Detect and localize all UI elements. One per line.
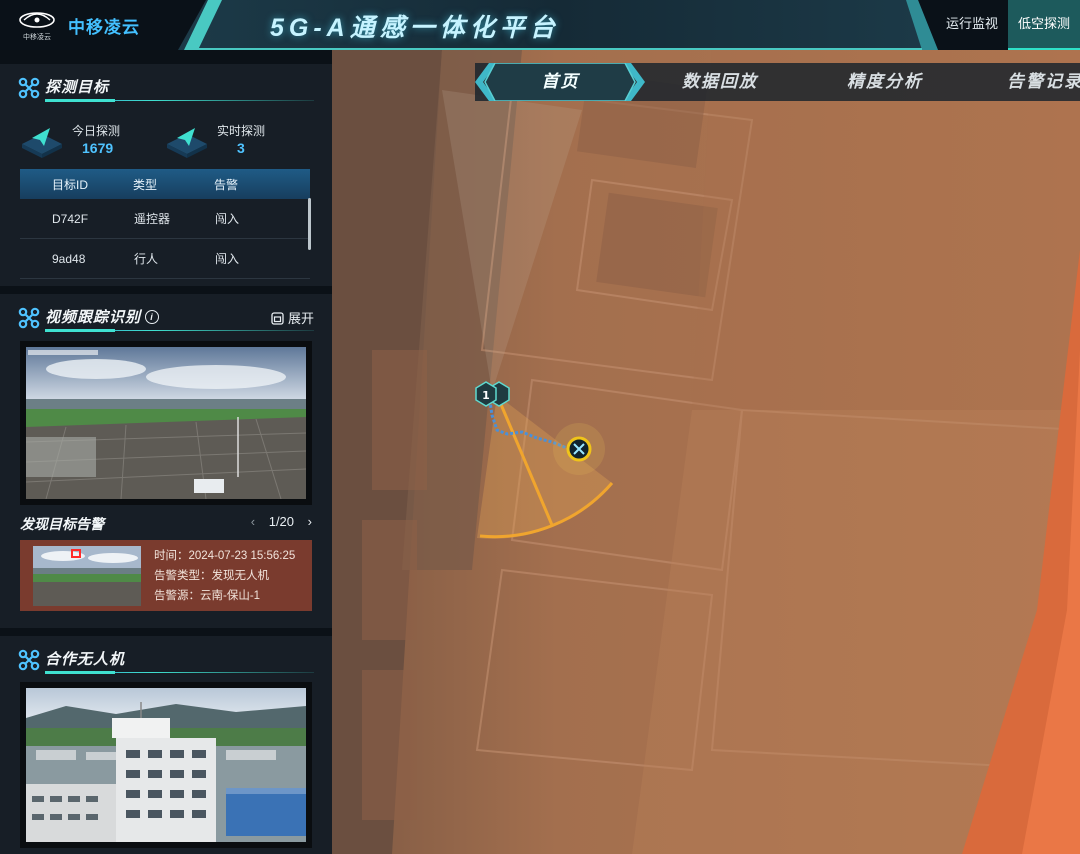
tab-alarm-records[interactable]: 告警记录 (990, 63, 1080, 101)
alarm-card[interactable]: 时间：2024-07-23 15:56:25 告警类型：发现无人机 告警源：云南… (20, 540, 312, 611)
table-header-row: 目标ID 类型 告警 (20, 169, 310, 199)
table-scrollbar[interactable] (308, 198, 311, 250)
targets-table: 目标ID 类型 告警 D742F 遥控器 闯入 9ad48 行人 闯入 (20, 169, 310, 279)
alarm-title: 发现目标告警 (20, 516, 104, 532)
alarm-time: 时间：2024-07-23 15:56:25 (154, 550, 296, 562)
alarm-snapshot-image (33, 546, 141, 606)
cooperative-drone-panel: 合作无人机 (0, 636, 332, 854)
top-bar: 中移凌云 中移凌云 5G-A通感一体化平台 运行监视 低空探测 (0, 0, 1080, 50)
drone-quad-icon (18, 649, 40, 671)
alarm-header: 发现目标告警 ‹ 1/20 › (20, 514, 312, 534)
nav-run-monitor[interactable]: 运行监视 (936, 0, 1008, 50)
tab-data-playback[interactable]: 数据回放 (665, 63, 775, 101)
expand-label: 展开 (287, 311, 314, 326)
alarm-type: 告警类型：发现无人机 (154, 570, 269, 582)
cell-alarm: 闯入 (214, 199, 310, 239)
expand-button[interactable]: 展开 (271, 308, 314, 327)
drone-camera-image (26, 688, 306, 842)
drone-quad-icon (18, 307, 40, 329)
alarm-details: 时间：2024-07-23 15:56:25 告警类型：发现无人机 告警源：云南… (154, 546, 295, 606)
col-alarm[interactable]: 告警 (214, 169, 310, 199)
info-icon[interactable]: i (145, 310, 160, 324)
view-tabs: 首页 数据回放 精度分析 告警记录 (475, 63, 1080, 101)
today-detection-stat: 今日探测 1679 (20, 120, 160, 160)
brand-name: 中移凌云 (68, 18, 140, 37)
cell-target-id: D742F (20, 199, 133, 239)
alarm-thumbnail[interactable] (33, 546, 141, 606)
cooperative-panel-title: 合作无人机 (45, 651, 126, 668)
realtime-detection-label: 实时探测 (217, 124, 266, 138)
alarm-source: 告警源：云南-保山-1 (154, 590, 261, 602)
video-feed-image (26, 347, 306, 499)
tracking-video[interactable] (20, 341, 312, 505)
pager-indicator: 1/20 (268, 514, 295, 529)
detection-panel-header: 探测目标 (18, 74, 314, 102)
cell-target-id: 9ad48 (20, 238, 133, 279)
col-target-id[interactable]: 目标ID (20, 169, 133, 199)
satellite-map[interactable]: 1 (332, 50, 1080, 854)
detection-panel: 探测目标 今日探测 1679 实时探测 3 目标ID 类型 告警 D742F 遥… (0, 64, 332, 286)
col-type[interactable]: 类型 (133, 169, 214, 199)
today-detection-label: 今日探测 (72, 124, 121, 138)
paper-plane-icon (22, 128, 62, 158)
table-row[interactable]: D742F 遥控器 闯入 (20, 199, 310, 239)
cooperative-panel-header: 合作无人机 (18, 646, 314, 674)
video-tracking-panel: 视频跟踪识别 i 展开 发现目标告警 ‹ 1/20 › 时间：2024-07-2… (0, 294, 332, 628)
top-nav: 运行监视 低空探测 (936, 0, 1080, 50)
alarm-pager: ‹ 1/20 › (241, 514, 312, 529)
today-detection-value: 1679 (82, 140, 114, 156)
page-title: 5G-A通感一体化平台 (270, 14, 560, 42)
video-panel-title-text: 视频跟踪识别 (45, 309, 142, 326)
paper-plane-icon (167, 128, 207, 158)
nav-low-altitude-detection[interactable]: 低空探测 (1007, 0, 1080, 50)
app-logo-icon: 中移凌云 (19, 12, 55, 41)
realtime-detection-stat: 实时探测 3 (165, 120, 305, 160)
map-view[interactable]: 1 (332, 50, 1080, 854)
cooperative-drone-video[interactable] (20, 682, 312, 848)
logo-caption: 中移凌云 (23, 32, 51, 41)
table-row[interactable]: 9ad48 行人 闯入 (20, 238, 310, 279)
chevron-left-icon[interactable]: ‹ (251, 514, 255, 529)
cell-alarm: 闯入 (214, 238, 310, 279)
video-panel-title: 视频跟踪识别 i (45, 306, 160, 327)
cell-type: 行人 (133, 238, 214, 279)
realtime-detection-value: 3 (237, 140, 245, 156)
tab-accuracy-analysis[interactable]: 精度分析 (830, 63, 940, 101)
video-panel-header: 视频跟踪识别 i (18, 304, 314, 332)
cell-type: 遥控器 (133, 199, 214, 239)
detection-panel-title: 探测目标 (45, 79, 110, 96)
drone-quad-icon (18, 77, 40, 99)
tab-home[interactable]: 首页 (493, 63, 628, 101)
expand-icon (271, 312, 285, 325)
marker-label: 1 (482, 389, 490, 402)
chevron-right-icon[interactable]: › (308, 514, 312, 529)
